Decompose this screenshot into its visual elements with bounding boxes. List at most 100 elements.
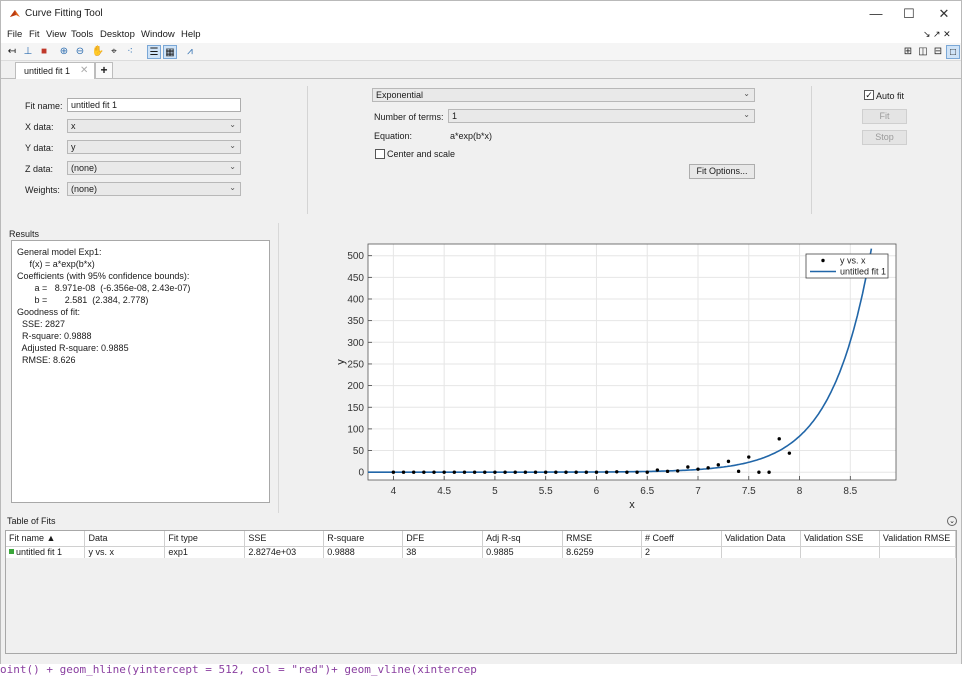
chevron-down-icon: ⌄ bbox=[229, 162, 236, 171]
y-data-select[interactable]: y ⌄ bbox=[67, 140, 241, 154]
results-panel: Results General model Exp1: f(x) = a*exp… bbox=[3, 225, 277, 511]
data-point bbox=[564, 470, 568, 474]
col-adj-r-sq[interactable]: Adj R-sq bbox=[482, 531, 564, 547]
y-tick-label: 200 bbox=[347, 381, 364, 392]
data-point bbox=[757, 470, 761, 474]
background-code-line: oint() + geom_hline(yintercept = 512, co… bbox=[0, 664, 967, 676]
close-tab-icon[interactable]: ✕ bbox=[80, 65, 88, 76]
add-tab-button[interactable]: + bbox=[95, 62, 113, 79]
col-dfe[interactable]: DFE bbox=[402, 531, 484, 547]
legend-label: y vs. x bbox=[840, 256, 866, 266]
col-validation-rmse[interactable]: Validation RMSE bbox=[879, 531, 957, 547]
cell-data: y vs. x bbox=[84, 546, 166, 558]
data-point bbox=[472, 470, 477, 474]
data-point bbox=[533, 470, 538, 474]
grid-icon[interactable]: ▦ bbox=[163, 45, 177, 59]
menu-fit[interactable]: Fit bbox=[29, 29, 40, 40]
results-text: General model Exp1: f(x) = a*exp(b*x) Co… bbox=[11, 240, 270, 503]
auto-fit-checkbox[interactable]: ✓ bbox=[864, 90, 874, 100]
zoom-out-icon[interactable]: ⊖ bbox=[73, 45, 87, 59]
axes-limits-icon[interactable]: ⩘ bbox=[183, 45, 197, 59]
fit-plot[interactable]: 4 4.5 5 5.5 6 6.5 7 7.5 8 8.5 0 50 100 150 200 250 300 35… bbox=[279, 223, 960, 513]
z-data-select[interactable]: (none) ⌄ bbox=[67, 161, 241, 175]
weights-select[interactable]: (none) ⌄ bbox=[67, 182, 241, 196]
col-fit-type[interactable]: Fit type bbox=[164, 531, 246, 547]
menu-view[interactable]: View bbox=[46, 29, 66, 40]
stop-button[interactable]: Stop bbox=[862, 130, 907, 145]
table-row[interactable]: untitled fit 1 y vs. x exp1 2.8274e+03 0… bbox=[6, 546, 957, 558]
maximize-button[interactable]: ☐ bbox=[894, 4, 924, 24]
layout-rows-icon[interactable]: ⊟ bbox=[931, 45, 945, 59]
terms-select[interactable]: 1 ⌄ bbox=[448, 109, 755, 123]
col-coeff[interactable]: # Coeff bbox=[641, 531, 722, 547]
data-point bbox=[432, 470, 436, 474]
plot-fit-icon[interactable]: ⊥ bbox=[21, 45, 35, 59]
col-sse[interactable]: SSE bbox=[244, 531, 325, 547]
col-fit-name[interactable]: Fit name ▲ bbox=[6, 531, 86, 547]
zoom-in-icon[interactable]: ⊕ bbox=[57, 45, 71, 59]
data-point bbox=[391, 470, 396, 474]
menu-window[interactable]: Window bbox=[141, 29, 175, 40]
col-validation-sse[interactable]: Validation SSE bbox=[800, 531, 880, 547]
data-point bbox=[706, 466, 710, 470]
divider bbox=[811, 86, 812, 214]
fit-options-button[interactable]: Fit Options... bbox=[689, 164, 755, 179]
x-tick-label: 8.5 bbox=[843, 486, 857, 497]
chevron-down-icon: ⌄ bbox=[743, 89, 750, 98]
cell-r-square: 0.9888 bbox=[323, 546, 404, 558]
cell-fit-name[interactable]: untitled fit 1 bbox=[6, 546, 86, 558]
layout-single-icon[interactable]: □ bbox=[946, 45, 960, 59]
menu-help[interactable]: Help bbox=[181, 29, 201, 40]
y-tick-label: 100 bbox=[347, 424, 364, 435]
data-point bbox=[523, 470, 528, 474]
results-line: Adjusted R-square: 0.9885 bbox=[17, 343, 129, 353]
pan-icon[interactable]: ✋ bbox=[91, 45, 105, 59]
fit-button[interactable]: Fit bbox=[862, 109, 907, 124]
cell-coeff: 2 bbox=[641, 546, 722, 558]
data-point bbox=[442, 470, 446, 474]
tab-untitled-fit-1[interactable]: untitled fit 1 ✕ bbox=[15, 62, 95, 79]
menu-file[interactable]: File bbox=[7, 29, 22, 40]
legend-icon[interactable]: ☰ bbox=[147, 45, 161, 59]
col-data[interactable]: Data bbox=[84, 531, 166, 547]
close-button[interactable]: ✕ bbox=[929, 4, 959, 24]
x-tick-label: 4.5 bbox=[437, 486, 451, 497]
cell-dfe: 38 bbox=[402, 546, 484, 558]
y-tick-label: 50 bbox=[353, 446, 365, 457]
minimize-button[interactable]: — bbox=[861, 4, 891, 24]
col-r-square[interactable]: R-square bbox=[323, 531, 404, 547]
data-point bbox=[736, 469, 741, 474]
menu-desktop[interactable]: Desktop bbox=[100, 29, 135, 40]
y-tick-label: 350 bbox=[347, 316, 364, 327]
dock-controls[interactable]: ↘ ↗ ✕ bbox=[923, 29, 951, 40]
layout-grid-icon[interactable]: ⊞ bbox=[901, 45, 915, 59]
menu-tools[interactable]: Tools bbox=[71, 29, 93, 40]
col-rmse[interactable]: RMSE bbox=[562, 531, 643, 547]
cell-validation-sse bbox=[800, 546, 880, 558]
x-tick-label: 6.5 bbox=[640, 486, 654, 497]
y-axis-label: y bbox=[335, 359, 347, 365]
data-point bbox=[574, 470, 578, 474]
y-tick-label: 300 bbox=[347, 338, 364, 349]
fit-type-select[interactable]: Exponential ⌄ bbox=[372, 88, 755, 102]
col-validation-data[interactable]: Validation Data bbox=[721, 531, 801, 547]
color-map-icon[interactable]: ■ bbox=[37, 45, 51, 59]
center-scale-checkbox[interactable] bbox=[375, 149, 385, 159]
x-data-select[interactable]: x ⌄ bbox=[67, 119, 241, 133]
results-line: Goodness of fit: bbox=[17, 307, 81, 317]
y-tick-label: 450 bbox=[347, 273, 364, 284]
cell-validation-rmse bbox=[879, 546, 957, 558]
layout-columns-icon[interactable]: ◫ bbox=[916, 45, 930, 59]
data-point bbox=[422, 470, 426, 474]
exclude-outliers-icon[interactable]: ↤ bbox=[5, 45, 19, 59]
curve-fitting-window: Curve Fitting Tool — ☐ ✕ File Fit View T… bbox=[0, 0, 962, 671]
background-desktop bbox=[962, 0, 967, 676]
fit-name-input[interactable]: untitled fit 1 bbox=[67, 98, 241, 112]
data-cursor-icon[interactable]: ⌖ bbox=[107, 45, 121, 59]
collapse-icon[interactable]: ⌄ bbox=[947, 516, 957, 526]
tab-label: untitled fit 1 bbox=[24, 66, 71, 76]
cell-fit-type: exp1 bbox=[164, 546, 246, 558]
results-line: Coefficients (with 95% confidence bounds… bbox=[17, 271, 190, 281]
exclude-brush-icon[interactable]: ⁖ bbox=[123, 45, 137, 59]
fit-name-label: Fit name: bbox=[25, 101, 63, 111]
